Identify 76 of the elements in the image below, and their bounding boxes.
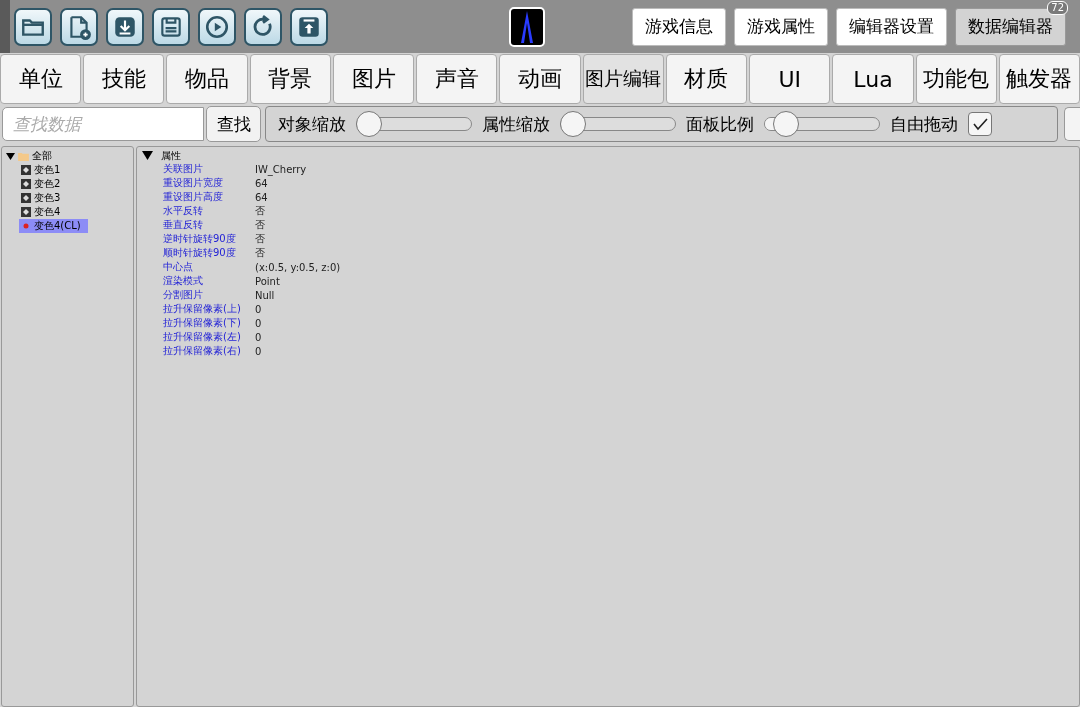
property-value[interactable]: IW_Cherry [255, 163, 307, 175]
tree-item[interactable]: 变色3 [19, 191, 88, 205]
property-name: 分割图片 [163, 288, 204, 302]
tree-item[interactable]: 变色2 [19, 177, 88, 191]
header-button[interactable]: 编辑器设置 [836, 7, 947, 46]
expand-arrow-icon[interactable] [6, 151, 15, 161]
folder-button[interactable] [14, 7, 52, 46]
property-value[interactable]: 0 [255, 317, 262, 329]
slider-label: 对象缩放 [278, 112, 346, 136]
slider-label: 属性缩放 [482, 112, 550, 136]
tree-item[interactable]: 全部 [32, 149, 52, 163]
tab[interactable]: 声音 [416, 54, 498, 104]
property-name: 拉升保留像素(左) [163, 330, 242, 344]
search-field[interactable]: 查找数据 [2, 107, 204, 141]
folder-icon [18, 151, 29, 161]
property-name: 垂直反转 [163, 218, 204, 232]
tab[interactable]: 功能包 [915, 54, 997, 104]
tab[interactable]: 触发器 [998, 54, 1080, 104]
tree-item[interactable]: 变色4 [19, 205, 88, 219]
property-name: 重设图片高度 [163, 190, 224, 204]
property-value[interactable]: 否 [255, 218, 265, 232]
tab[interactable]: 单位 [0, 54, 82, 104]
tree-item[interactable]: 变色1 [19, 163, 88, 177]
tab[interactable]: 动画 [499, 54, 581, 104]
property-value[interactable]: 64 [255, 191, 268, 203]
tab[interactable]: UI [749, 54, 831, 104]
new-file-button[interactable] [60, 7, 98, 46]
dot-icon [21, 221, 31, 231]
property-value[interactable]: 0 [255, 345, 262, 357]
property-name: 中心点 [163, 260, 194, 274]
property-name: 逆时针旋转90度 [163, 232, 237, 246]
section-title: 属性 [161, 148, 181, 163]
property-value[interactable]: Null [255, 289, 275, 301]
refresh-button[interactable] [244, 7, 282, 46]
property-name: 关联图片 [163, 162, 204, 176]
property-name: 拉升保留像素(上) [163, 302, 242, 316]
slider-label: 面板比例 [686, 112, 754, 136]
tree-item[interactable]: 变色4(CL) [19, 219, 88, 233]
play-button[interactable] [198, 7, 236, 46]
property-name: 重设图片宽度 [163, 176, 224, 190]
header-button[interactable]: 游戏属性 [734, 7, 828, 46]
slider[interactable] [764, 111, 880, 137]
tab[interactable]: 背景 [249, 54, 331, 104]
property-value[interactable]: 否 [255, 204, 265, 218]
upload-button[interactable] [290, 7, 328, 46]
download-button[interactable] [106, 7, 144, 46]
expand-arrow-icon[interactable] [141, 150, 154, 161]
property-value[interactable]: 否 [255, 232, 265, 246]
property-name: 拉升保留像素(下) [163, 316, 242, 330]
tab[interactable]: 图片 [332, 54, 415, 104]
property-value[interactable]: (x:0.5, y:0.5, z:0) [255, 261, 341, 273]
counter-badge: 72 [1047, 1, 1068, 15]
tab[interactable]: 技能 [83, 54, 165, 104]
save-button[interactable] [152, 7, 190, 46]
property-name: 顺时针旋转90度 [163, 246, 237, 260]
property-name: 水平反转 [163, 204, 204, 218]
property-value[interactable]: 否 [255, 246, 265, 260]
slider[interactable] [560, 111, 676, 137]
search-button[interactable]: 查找 [206, 106, 261, 142]
checkbox[interactable] [968, 112, 992, 136]
property-value[interactable]: 64 [255, 177, 268, 189]
partial-button[interactable] [1064, 107, 1080, 141]
slider[interactable] [356, 111, 472, 137]
property-value[interactable]: 0 [255, 331, 262, 343]
tab[interactable]: Lua [832, 54, 914, 104]
app-logo-icon [509, 6, 545, 47]
tab[interactable]: 材质 [665, 54, 748, 104]
checkbox-label: 自由拖动 [890, 112, 958, 136]
property-value[interactable]: 0 [255, 303, 262, 315]
property-name: 拉升保留像素(右) [163, 344, 242, 358]
play-icon [204, 13, 230, 40]
tab[interactable]: 物品 [166, 54, 248, 104]
tab[interactable]: 图片编辑 [582, 54, 664, 104]
header-button[interactable]: 游戏信息 [632, 7, 726, 46]
property-name: 渲染模式 [163, 274, 204, 288]
property-value[interactable]: Point [255, 275, 280, 287]
